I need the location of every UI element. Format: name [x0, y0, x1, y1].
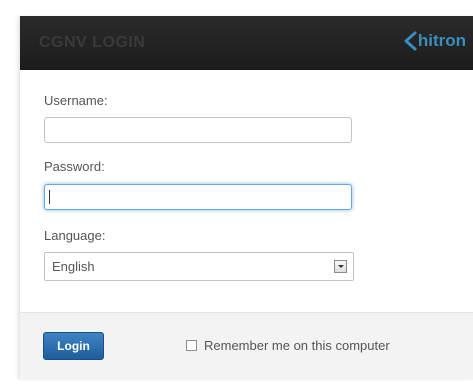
checkbox-unchecked-icon[interactable]	[186, 340, 197, 351]
language-selected-value: English	[52, 259, 95, 274]
language-label: Language:	[44, 228, 106, 243]
username-label: Username:	[44, 93, 108, 108]
password-label: Password:	[44, 159, 105, 174]
hitron-swoosh-icon	[404, 31, 417, 51]
login-button[interactable]: Login	[43, 332, 104, 360]
login-header: CGNV LOGIN hitron	[20, 16, 473, 70]
remember-me[interactable]: Remember me on this computer	[186, 338, 390, 353]
password-input[interactable]	[44, 184, 352, 210]
logo-wordmark: hitron	[417, 31, 466, 50]
language-select[interactable]: English	[44, 252, 354, 281]
username-input[interactable]	[44, 117, 352, 143]
login-title: CGNV LOGIN	[39, 34, 146, 51]
login-panel: CGNV LOGIN hitron Username: Password: La…	[19, 16, 473, 380]
chevron-down-icon[interactable]	[334, 260, 347, 273]
remember-me-label[interactable]: Remember me on this computer	[204, 338, 390, 353]
login-footer: Login Remember me on this computer	[20, 312, 473, 380]
text-caret	[49, 190, 50, 204]
hitron-logo: hitron	[403, 31, 466, 51]
